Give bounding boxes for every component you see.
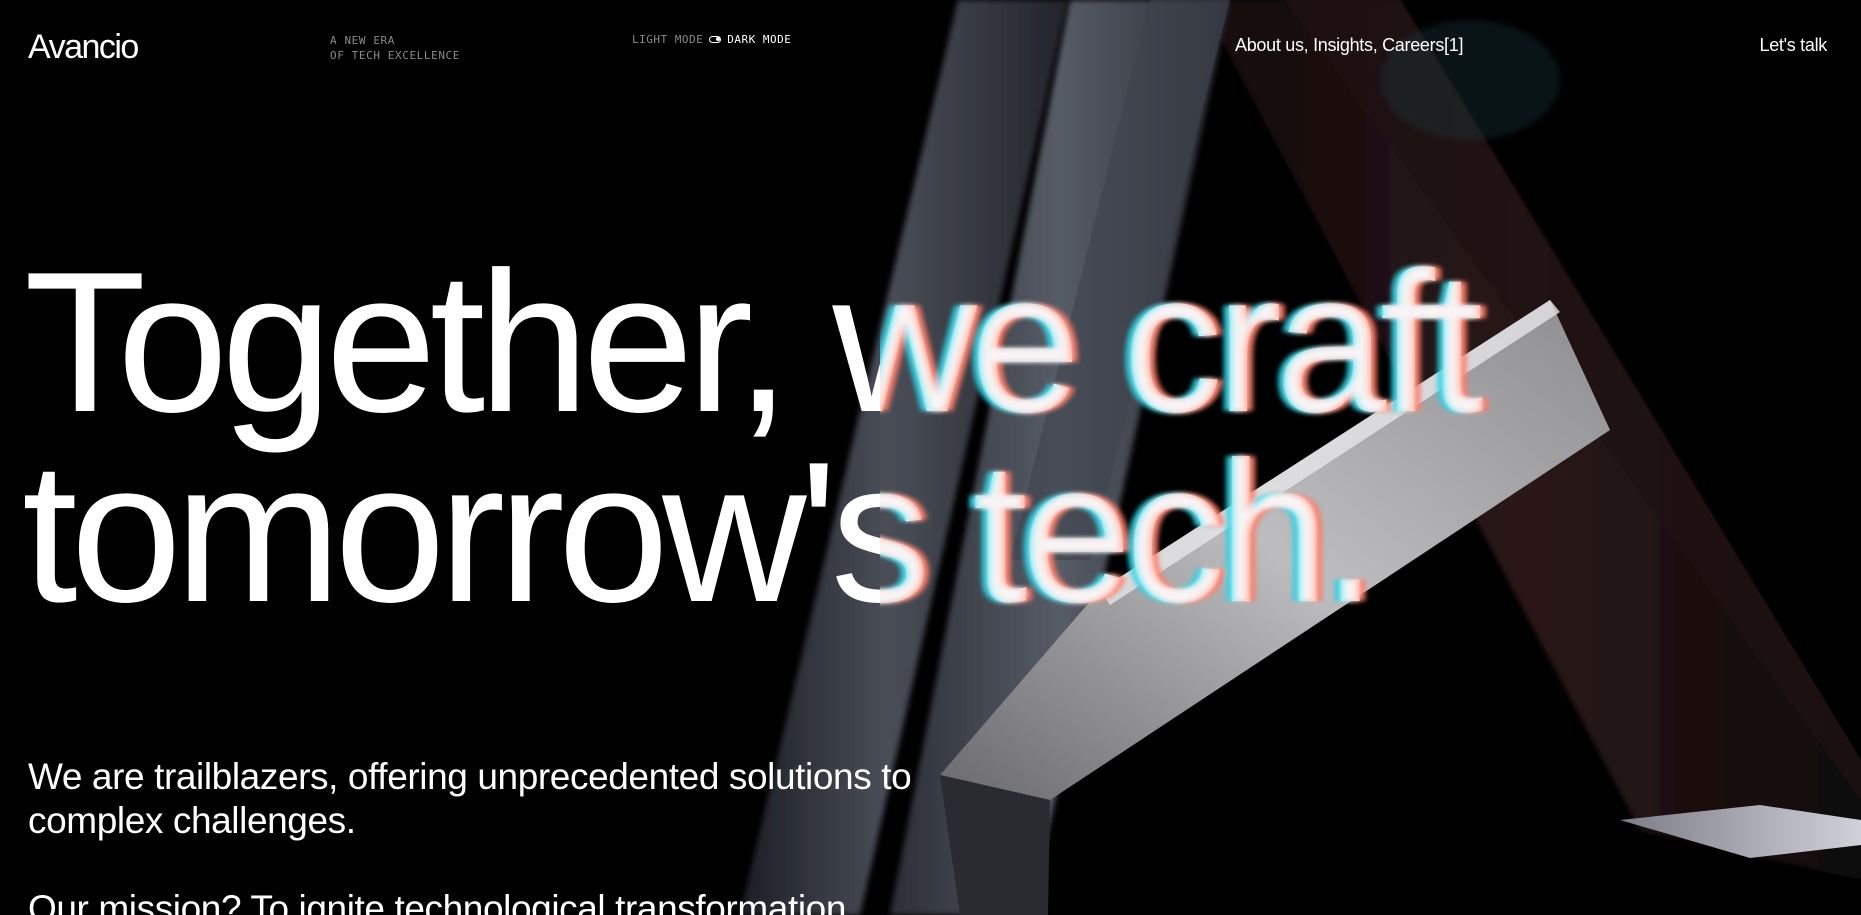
nav-separator: , [1303,35,1314,55]
nav-separator: , [1372,35,1383,55]
site-header: Avancio A NEW ERA OF TECH EXCELLENCE LIG… [0,0,1861,90]
careers-count-badge: [1] [1444,35,1464,55]
theme-mode-switch[interactable]: LIGHT MODE DARK MODE [632,33,791,46]
lets-talk-button[interactable]: Let's talk [1760,35,1828,56]
tagline-line-1: A NEW ERA [330,34,396,47]
nav-link-careers[interactable]: Careers [1382,35,1444,56]
intro-statement: We are trailblazers, offering unpreceden… [28,756,912,841]
hero-title-line-2: tomorrow's tech. [22,421,1378,644]
main-nav: About us, Insights, Careers [1] [1235,35,1463,56]
tagline-line-2: OF TECH EXCELLENCE [330,49,461,62]
nav-link-about-us[interactable]: About us [1235,35,1304,56]
light-mode-label[interactable]: LIGHT MODE [632,33,703,46]
hero-title-line-1: Together, we craft [24,231,1484,454]
toggle-switch-icon[interactable] [709,36,722,43]
hero-title: Together, we craft tomorrow's tech. [22,231,1484,644]
page: Avancio A NEW ERA OF TECH EXCELLENCE LIG… [0,0,1861,915]
nav-link-insights[interactable]: Insights [1313,35,1373,56]
tagline: A NEW ERA OF TECH EXCELLENCE [330,33,460,63]
mission-statement: Our mission? To ignite technological tra… [28,888,847,915]
dark-mode-label[interactable]: DARK MODE [727,33,791,46]
intro-section: We are trailblazers, offering unpreceden… [28,755,958,915]
brand-logo[interactable]: Avancio [28,28,139,67]
